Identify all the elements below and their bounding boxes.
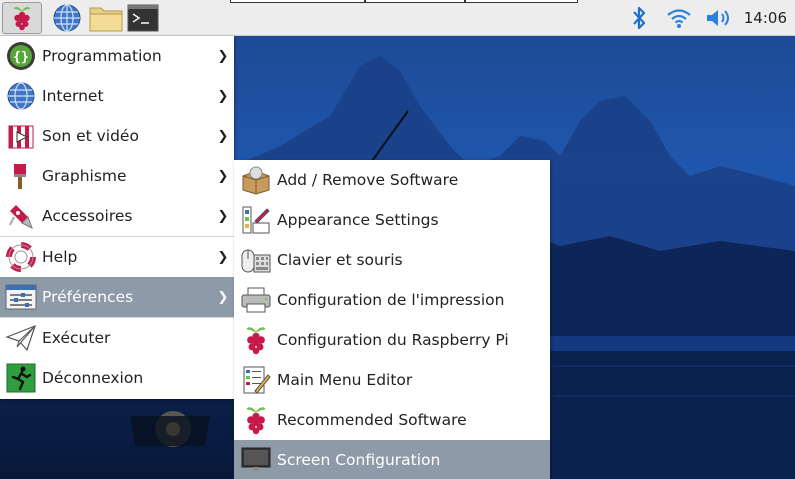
raspberry-icon [14,6,30,31]
submenu-item-label: Main Menu Editor [277,371,413,389]
raspberry-icon [246,327,265,355]
terminal-launcher[interactable] [126,2,160,34]
volume-icon [707,10,729,26]
taskbar-window-button[interactable] [365,0,465,3]
submenu-item-label: Configuration de l'impression [277,291,505,309]
menu-item-accessoires[interactable]: Accessoires ❯ [0,196,234,236]
submenu-item-label: Configuration du Raspberry Pi [277,331,509,349]
media-icon [8,125,34,149]
top-panel: 14:06 [0,0,795,36]
submenu-item-label: Add / Remove Software [277,171,459,189]
menu-item-label: Son et vidéo [42,127,139,145]
clock[interactable]: 14:06 [744,0,787,36]
menu-item-help[interactable]: Help ❯ [0,237,234,277]
paintbrush-icon [14,164,26,189]
monitor-icon [241,447,270,473]
menu-item-label: Internet [42,87,104,105]
printer-icon [241,287,270,313]
appearance-icon [242,206,270,234]
paper-plane-icon [5,324,36,352]
menu-item-programmation[interactable]: {} Programmation ❯ [0,36,234,76]
globe-icon [7,82,35,110]
pocket-knife-icon [9,205,33,230]
menu-item-label: Déconnexion [42,369,144,387]
menu-item-label: Exécuter [42,329,111,347]
raspberry-icon [246,407,265,435]
menu-button[interactable] [2,2,42,34]
chevron-right-icon: ❯ [217,208,229,224]
submenu-item-label: Screen Configuration [277,451,441,469]
svg-text:{}: {} [13,50,29,65]
menu-item-label: Accessoires [42,207,133,225]
submenu-item-main-menu-editor[interactable]: Main Menu Editor [234,360,550,400]
menu-item-label: Help [42,248,78,266]
menu-editor-icon [243,366,271,394]
wifi-icon [667,9,691,28]
globe-icon [53,4,81,32]
bluetooth-icon [633,6,646,30]
submenu-item-appearance-settings[interactable]: Appearance Settings [234,200,550,240]
menu-item-internet[interactable]: Internet ❯ [0,76,234,116]
submenu-item-label: Recommended Software [277,411,467,429]
menu-item-deconnexion[interactable]: Déconnexion [0,358,234,398]
lifebuoy-icon [6,242,36,272]
menu-item-label: Préférences [42,288,134,306]
menu-item-son-et-video[interactable]: Son et vidéo ❯ [0,116,234,156]
menu-item-label: Programmation [42,47,162,65]
chevron-right-icon: ❯ [217,249,229,265]
submenu-item-raspberry-pi-configuration[interactable]: Configuration du Raspberry Pi [234,320,550,360]
chevron-right-icon: ❯ [217,289,229,305]
file-manager-launcher[interactable] [88,2,124,34]
terminal-icon [127,4,159,32]
exit-icon [6,363,36,393]
preferences-submenu: Add / Remove Software Appearance Setting… [234,160,550,479]
submenu-item-print-settings[interactable]: Configuration de l'impression [234,280,550,320]
submenu-item-keyboard-mouse[interactable]: Clavier et souris [234,240,550,280]
menu-item-graphisme[interactable]: Graphisme ❯ [0,156,234,196]
taskbar-window-button[interactable] [230,0,365,3]
menu-item-preferences[interactable]: Préférences ❯ [0,277,234,317]
chevron-right-icon: ❯ [217,168,229,184]
bluetooth-tray[interactable] [627,2,651,34]
code-braces-icon: {} [7,42,35,70]
preferences-icon [5,284,37,310]
menu-item-executer[interactable]: Exécuter [0,318,234,358]
submenu-item-add-remove-software[interactable]: Add / Remove Software [234,160,550,200]
chevron-right-icon: ❯ [217,128,229,144]
wifi-tray[interactable] [664,2,694,34]
web-browser-launcher[interactable] [50,2,84,34]
submenu-item-screen-configuration[interactable]: Screen Configuration [234,440,550,479]
keyboard-mouse-icon [241,249,270,273]
folder-icon [89,7,123,32]
menu-item-label: Graphisme [42,167,127,185]
main-menu: {} Programmation ❯ Internet ❯ Son et vid… [0,36,234,399]
chevron-right-icon: ❯ [217,88,229,104]
package-icon [242,166,269,195]
taskbar-window-button[interactable] [465,0,578,3]
submenu-item-recommended-software[interactable]: Recommended Software [234,400,550,440]
submenu-item-label: Clavier et souris [277,251,403,269]
chevron-right-icon: ❯ [217,48,229,64]
submenu-item-label: Appearance Settings [277,211,439,229]
volume-tray[interactable] [704,2,734,34]
